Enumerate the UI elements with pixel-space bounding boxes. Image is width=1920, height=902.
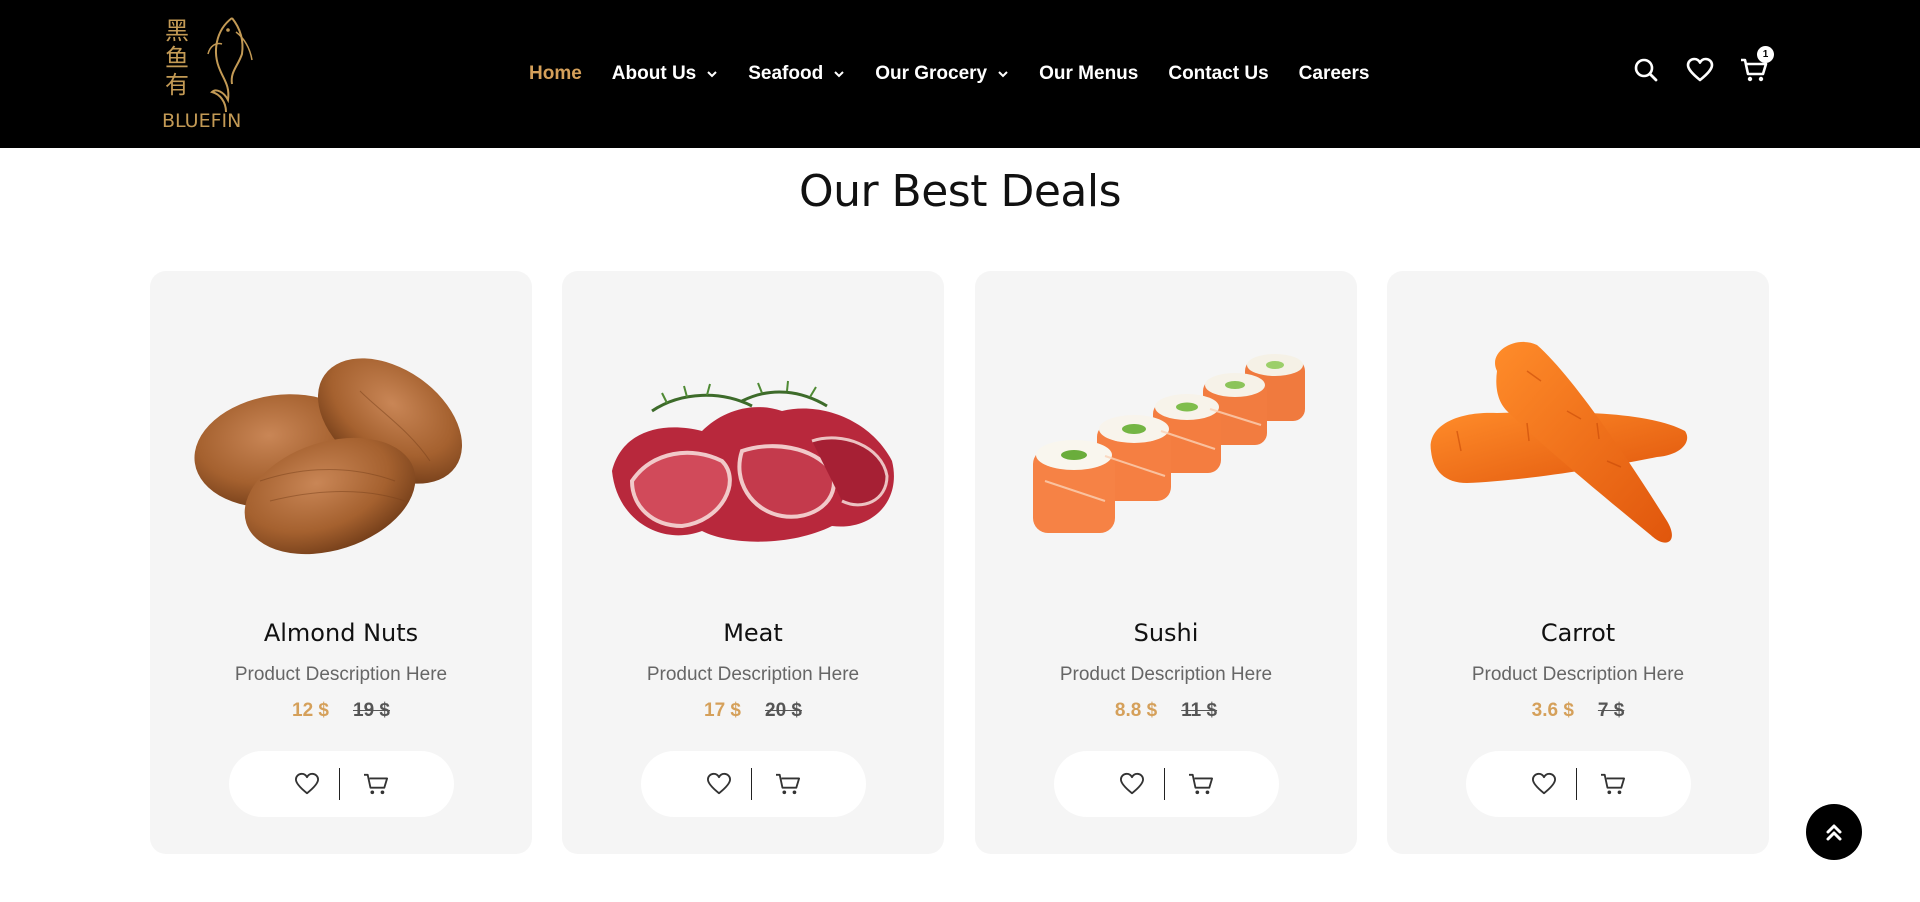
add-to-wishlist-button[interactable] <box>1524 764 1564 804</box>
action-divider <box>750 768 753 800</box>
main-nav: Home About Us Seafood Our Grocery Our Me… <box>529 61 1399 87</box>
cart-icon <box>1601 773 1626 795</box>
add-to-wishlist-button[interactable] <box>287 764 327 804</box>
nav-item-label: Contact Us <box>1168 63 1269 84</box>
product-card: Sushi Product Description Here 8.8 $ 11 … <box>975 271 1357 854</box>
nav-item-label: Home <box>529 63 582 84</box>
nav-item-our-menus[interactable]: Our Menus <box>1039 63 1138 85</box>
search-button[interactable] <box>1631 55 1661 85</box>
nav-item-our-grocery[interactable]: Our Grocery <box>875 63 1009 85</box>
site-header: 黑 鱼 有 BLUEFIN Home About Us Seafood Our … <box>0 0 1920 148</box>
heart-icon <box>1686 57 1714 82</box>
product-name[interactable]: Almond Nuts <box>150 619 532 647</box>
heart-icon <box>706 772 731 795</box>
section-title: Our Best Deals <box>798 166 1122 217</box>
cart-icon <box>1189 773 1214 795</box>
product-price: 12 $ <box>292 700 329 721</box>
heart-icon <box>294 772 319 795</box>
product-name[interactable]: Meat <box>562 619 944 647</box>
product-grid: Almond Nuts Product Description Here 12 … <box>150 271 1770 854</box>
search-icon <box>1634 58 1658 82</box>
nav-item-home[interactable]: Home <box>529 63 582 85</box>
product-card: Meat Product Description Here 17 $ 20 $ <box>562 271 944 854</box>
action-divider <box>1575 768 1578 800</box>
add-to-wishlist-button[interactable] <box>1112 764 1152 804</box>
nav-item-seafood[interactable]: Seafood <box>748 63 845 85</box>
product-prices: 17 $ 20 $ <box>562 700 944 722</box>
action-divider <box>338 768 341 800</box>
product-price: 17 $ <box>704 700 741 721</box>
nav-item-label: Our Grocery <box>875 63 988 84</box>
product-image-carrot[interactable] <box>1417 331 1739 561</box>
product-image-meat[interactable] <box>592 331 914 561</box>
nav-item-contact-us[interactable]: Contact Us <box>1168 63 1268 85</box>
fish-logo-icon <box>207 17 253 113</box>
product-old-price: 7 $ <box>1597 700 1625 721</box>
nav-item-label: Seafood <box>748 63 824 84</box>
product-card: Carrot Product Description Here 3.6 $ 7 … <box>1387 271 1769 854</box>
logo-cjk-text: 黑 鱼 有 <box>165 17 189 99</box>
product-price: 8.8 $ <box>1114 700 1158 721</box>
back-to-top-button[interactable] <box>1806 804 1862 860</box>
cart-icon <box>776 773 801 795</box>
nav-item-label: Our Menus <box>1039 63 1139 84</box>
cart-button[interactable]: 1 <box>1739 46 1774 85</box>
product-name[interactable]: Carrot <box>1387 619 1769 647</box>
product-prices: 3.6 $ 7 $ <box>1387 700 1769 722</box>
chevron-down-icon <box>707 71 717 78</box>
wishlist-button[interactable] <box>1685 55 1715 85</box>
product-image-sushi[interactable] <box>1005 331 1327 561</box>
cart-count-badge: 1 <box>1757 46 1774 63</box>
product-description: Product Description Here <box>234 664 448 685</box>
heart-icon <box>1531 772 1556 795</box>
product-actions <box>1466 751 1691 817</box>
nav-item-careers[interactable]: Careers <box>1299 63 1370 85</box>
product-actions <box>1054 751 1279 817</box>
product-old-price: 20 $ <box>765 700 802 721</box>
product-image-almonds[interactable] <box>180 331 502 561</box>
brand-logo[interactable]: 黑 鱼 有 BLUEFIN <box>158 14 258 134</box>
product-old-price: 19 $ <box>353 700 390 721</box>
cart-icon <box>364 773 389 795</box>
add-to-cart-button[interactable] <box>768 764 808 804</box>
product-description: Product Description Here <box>1059 664 1273 685</box>
logo-wordmark: BLUEFIN <box>162 110 242 132</box>
heart-icon <box>1119 772 1144 795</box>
nav-item-label: About Us <box>611 63 697 84</box>
product-price: 3.6 $ <box>1531 700 1574 721</box>
product-description: Product Description Here <box>1471 664 1685 685</box>
add-to-cart-button[interactable] <box>1593 764 1633 804</box>
chevron-down-icon <box>834 71 844 78</box>
product-description: Product Description Here <box>646 664 860 685</box>
header-actions: 1 <box>1631 46 1793 85</box>
add-to-cart-button[interactable] <box>356 764 396 804</box>
product-card: Almond Nuts Product Description Here 12 … <box>150 271 532 854</box>
double-chevron-up-icon <box>1826 824 1842 841</box>
nav-item-label: Careers <box>1298 63 1370 84</box>
product-prices: 12 $ 19 $ <box>150 700 532 722</box>
product-actions <box>229 751 454 817</box>
add-to-wishlist-button[interactable] <box>699 764 739 804</box>
product-old-price: 11 $ <box>1181 700 1218 721</box>
product-actions <box>641 751 866 817</box>
action-divider <box>1163 768 1166 800</box>
nav-item-about-us[interactable]: About Us <box>612 63 718 85</box>
add-to-cart-button[interactable] <box>1181 764 1221 804</box>
product-prices: 8.8 $ 11 $ <box>975 700 1357 722</box>
chevron-down-icon <box>998 71 1008 78</box>
product-name[interactable]: Sushi <box>975 619 1357 647</box>
